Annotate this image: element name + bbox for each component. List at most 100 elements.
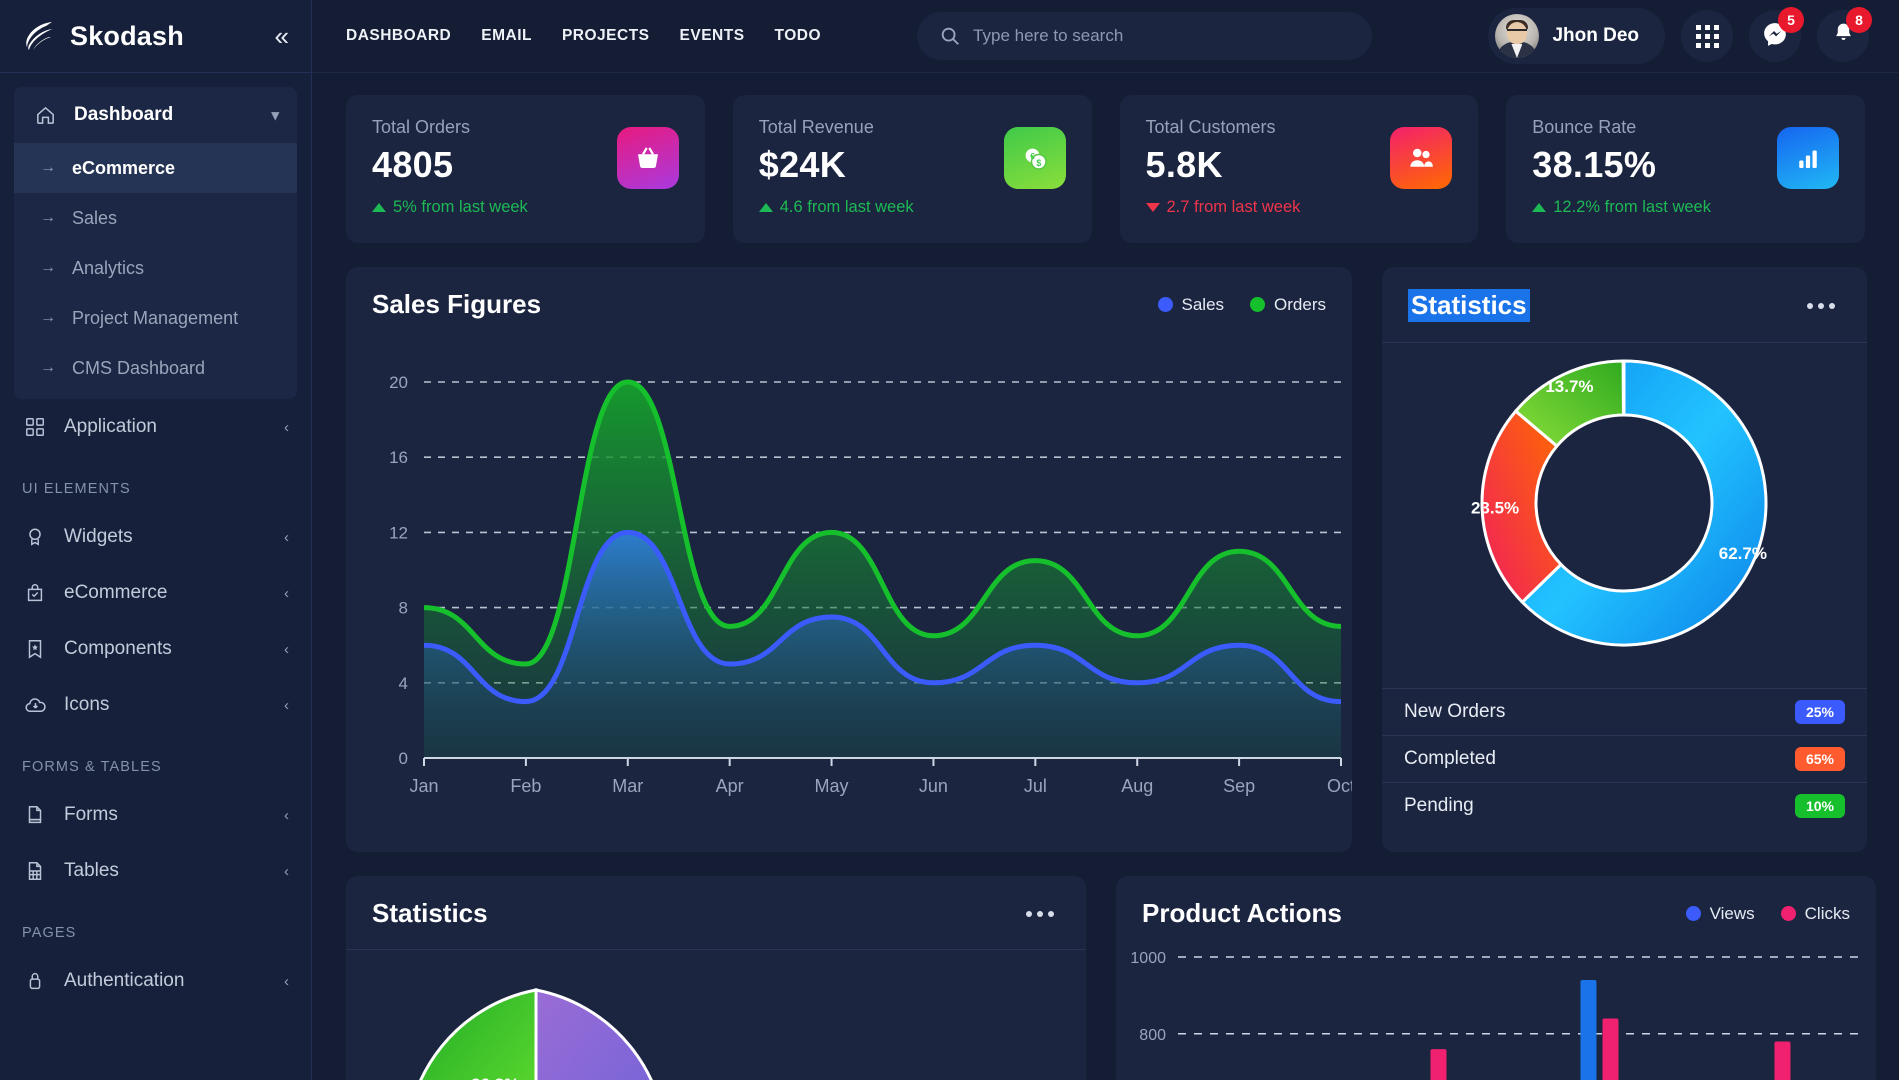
- chevron-left-icon[interactable]: ‹: [284, 697, 289, 714]
- svg-text:Mar: Mar: [612, 776, 643, 796]
- brand-header: Skodash «: [0, 0, 311, 73]
- chevron-down-icon[interactable]: ▾: [271, 106, 279, 124]
- grid-icon: [22, 414, 48, 440]
- lock-icon: [22, 968, 48, 994]
- messages-badge: 5: [1778, 7, 1804, 33]
- sidebar-subitem-sales[interactable]: → Sales: [14, 193, 297, 243]
- kpi-delta: 5% from last week: [372, 198, 679, 217]
- notifications-button[interactable]: 8: [1817, 10, 1869, 62]
- skodash-logo-icon: [22, 19, 56, 53]
- sidebar-item-icons[interactable]: Icons ‹: [4, 677, 307, 733]
- chevron-left-icon[interactable]: ‹: [284, 973, 289, 990]
- sidebar-subitem-label: Project Management: [72, 308, 238, 329]
- sidebar-item-widgets[interactable]: Widgets ‹: [4, 509, 307, 565]
- sales-figures-chart: 048121620 JanFebMarAprMayJunJulAugSepOct: [346, 340, 1352, 840]
- search-container: [917, 12, 1372, 60]
- sidebar-collapse-icon[interactable]: «: [275, 23, 289, 49]
- sidebar-item-dashboard[interactable]: Dashboard ▾: [14, 87, 297, 143]
- top-nav: DASHBOARD EMAIL PROJECTS EVENTS TODO: [346, 27, 821, 45]
- top-header: DASHBOARD EMAIL PROJECTS EVENTS TODO Jho…: [312, 0, 1899, 73]
- sidebar-item-tables[interactable]: Tables ‹: [4, 843, 307, 899]
- top-nav-todo[interactable]: TODO: [775, 27, 822, 45]
- sidebar-item-label: eCommerce: [64, 582, 167, 604]
- sidebar-subitem-label: CMS Dashboard: [72, 358, 205, 379]
- product-actions-chart: 6008001000: [1116, 949, 1876, 1080]
- statistics-row-completed: Completed 65%: [1382, 735, 1867, 782]
- trend-down-icon: [1146, 203, 1160, 212]
- svg-text:23.5%: 23.5%: [1471, 498, 1519, 517]
- legend-item-views: Views: [1686, 904, 1755, 924]
- sidebar-subitem-cms-dashboard[interactable]: → CMS Dashboard: [14, 343, 297, 393]
- statistics-row-new-orders: New Orders 25%: [1382, 688, 1867, 735]
- legend-dot-sales: [1158, 297, 1173, 312]
- users-icon: [1390, 127, 1452, 189]
- sidebar-item-authentication[interactable]: Authentication ‹: [4, 953, 307, 1009]
- chevron-left-icon[interactable]: ‹: [284, 419, 289, 436]
- stat-name: Completed: [1404, 748, 1496, 770]
- svg-text:800: 800: [1139, 1027, 1166, 1044]
- bookmark-star-icon: [22, 636, 48, 662]
- sidebar-subitem-analytics[interactable]: → Analytics: [14, 243, 297, 293]
- sidebar-item-application[interactable]: Application ‹: [4, 399, 307, 455]
- top-nav-projects[interactable]: PROJECTS: [562, 27, 650, 45]
- trend-up-icon: [759, 203, 773, 212]
- product-actions-card: Product Actions Views Clicks: [1116, 876, 1876, 1080]
- sidebar-item-ecommerce[interactable]: eCommerce ‹: [4, 565, 307, 621]
- legend-label: Orders: [1274, 295, 1326, 315]
- sidebar-subitem-label: Sales: [72, 208, 117, 229]
- legend-item-clicks: Clicks: [1781, 904, 1850, 924]
- apps-grid-button[interactable]: [1681, 10, 1733, 62]
- chevron-left-icon[interactable]: ‹: [284, 807, 289, 824]
- sales-figures-header: Sales Figures Sales Orders: [346, 267, 1352, 340]
- stat-name: Pending: [1404, 795, 1474, 817]
- legend-label: Clicks: [1805, 904, 1850, 924]
- svg-text:Aug: Aug: [1121, 776, 1153, 796]
- charts-row: Sales Figures Sales Orders: [346, 267, 1865, 852]
- home-icon: [32, 102, 58, 128]
- chevron-left-icon[interactable]: ‹: [284, 529, 289, 546]
- kpi-row: Total Orders 4805 5% from last week Tota…: [346, 95, 1865, 243]
- kebab-menu-icon[interactable]: [1020, 905, 1060, 923]
- sidebar-subitem-label: eCommerce: [72, 158, 175, 179]
- kpi-delta-text: 4.6 from last week: [780, 198, 914, 217]
- status-badge: 65%: [1795, 747, 1845, 771]
- statistics-header: Statistics: [1382, 267, 1867, 342]
- sidebar-item-label: Widgets: [64, 526, 133, 548]
- product-actions-legend: Views Clicks: [1686, 904, 1850, 924]
- statistics-pie-header: Statistics: [346, 876, 1086, 949]
- brand-name: Skodash: [70, 21, 184, 52]
- chevron-left-icon[interactable]: ‹: [284, 863, 289, 880]
- top-nav-events[interactable]: EVENTS: [680, 27, 745, 45]
- kpi-card-total-customers: Total Customers 5.8K 2.7 from last week: [1120, 95, 1479, 243]
- bar-chart-icon: [1777, 127, 1839, 189]
- trend-up-icon: [372, 203, 386, 212]
- basket-icon: [617, 127, 679, 189]
- top-nav-dashboard[interactable]: DASHBOARD: [346, 27, 451, 45]
- sidebar-subitem-ecommerce[interactable]: → eCommerce: [14, 143, 297, 193]
- kpi-card-total-orders: Total Orders 4805 5% from last week: [346, 95, 705, 243]
- sidebar-item-forms[interactable]: Forms ‹: [4, 787, 307, 843]
- sidebar-subitem-project-management[interactable]: → Project Management: [14, 293, 297, 343]
- product-actions-header: Product Actions Views Clicks: [1116, 876, 1876, 949]
- legend-dot-views: [1686, 906, 1701, 921]
- top-nav-email[interactable]: EMAIL: [481, 27, 532, 45]
- statistics-card: Statistics: [1382, 267, 1867, 852]
- user-name: Jhon Deo: [1552, 25, 1639, 47]
- search-input[interactable]: [917, 12, 1372, 60]
- legend-dot-clicks: [1781, 906, 1796, 921]
- kebab-menu-icon[interactable]: [1801, 297, 1841, 315]
- sidebar-item-components[interactable]: Components ‹: [4, 621, 307, 677]
- kpi-delta: 4.6 from last week: [759, 198, 1066, 217]
- messages-button[interactable]: 5: [1749, 10, 1801, 62]
- sales-figures-card: Sales Figures Sales Orders: [346, 267, 1352, 852]
- sidebar-item-label: Dashboard: [74, 104, 173, 126]
- arrow-right-icon: →: [40, 309, 54, 327]
- chevron-left-icon[interactable]: ‹: [284, 585, 289, 602]
- search-icon: [939, 25, 961, 52]
- arrow-right-icon: →: [40, 259, 54, 277]
- chevron-left-icon[interactable]: ‹: [284, 641, 289, 658]
- svg-text:20: 20: [389, 373, 408, 392]
- kpi-delta: 2.7 from last week: [1146, 198, 1453, 217]
- statistics-pie-chart: 26.8% Visitors: 89: [346, 950, 1086, 1080]
- user-menu[interactable]: Jhon Deo: [1488, 8, 1665, 64]
